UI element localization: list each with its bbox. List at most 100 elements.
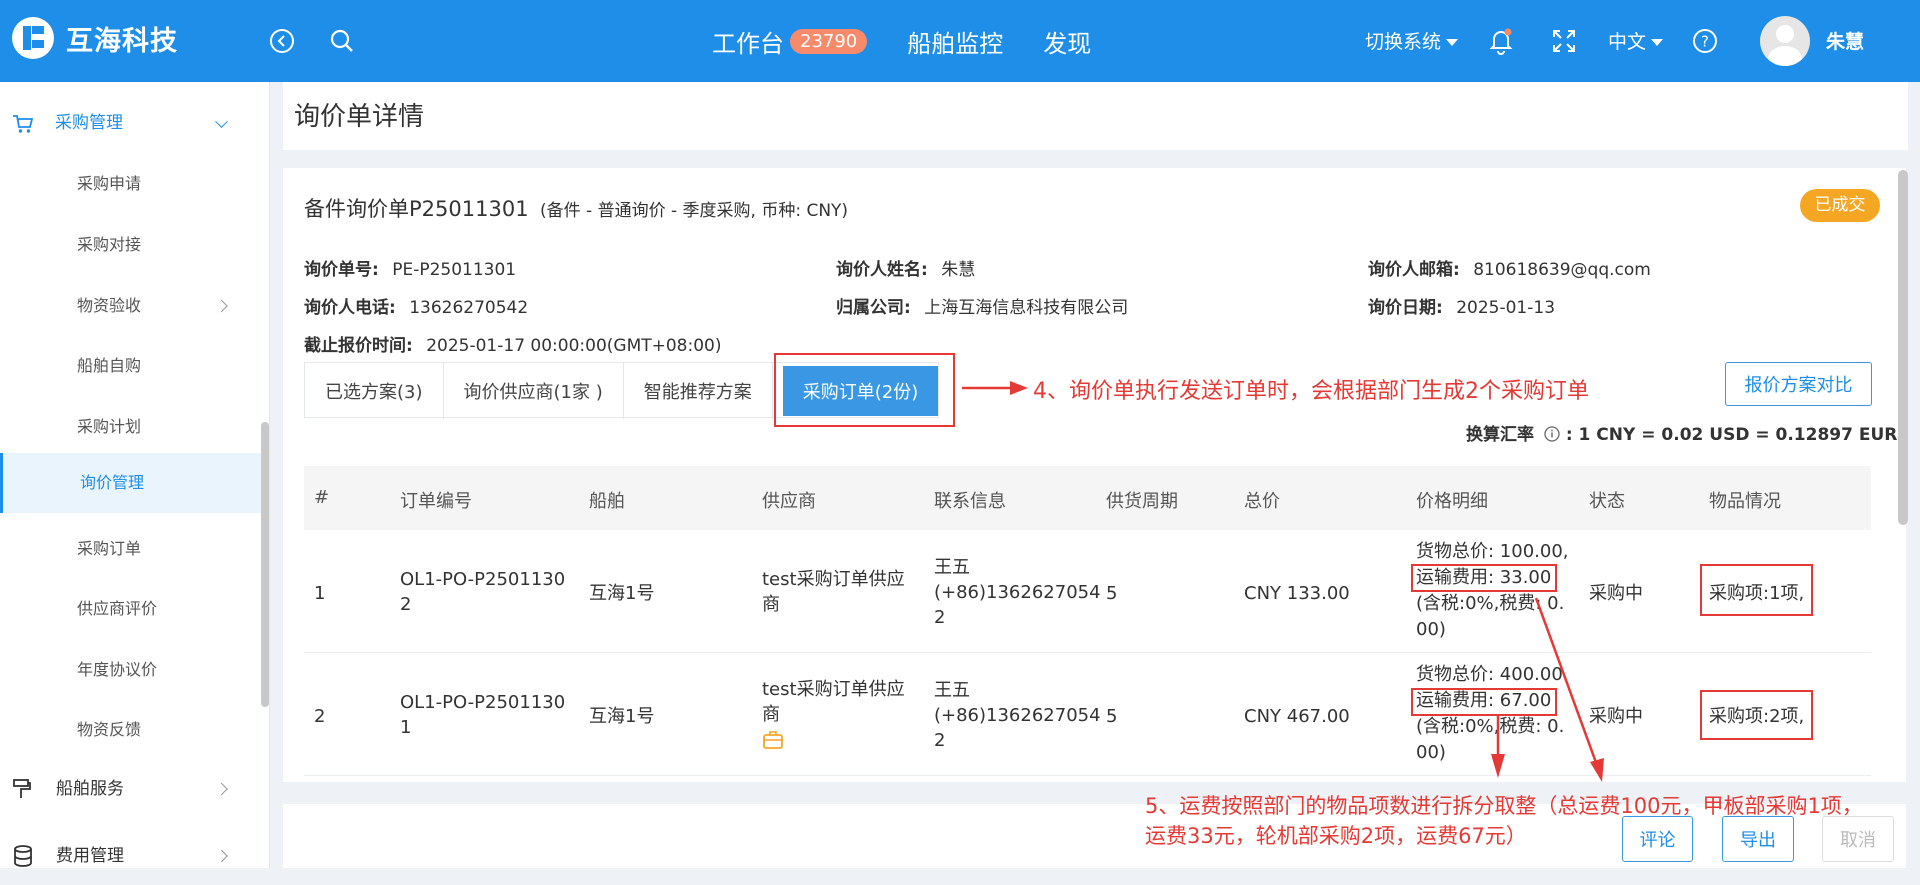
highlight-items-row2 xyxy=(1700,690,1813,740)
row-order-no[interactable]: OL1-PO-P2501130 2 xyxy=(400,567,565,617)
col-total: 总价 xyxy=(1244,491,1280,512)
main-scrollbar[interactable] xyxy=(1898,170,1908,525)
info-label: 询价日期: xyxy=(1368,298,1443,318)
annotation-note-2-line2: 运费33元，轮机部采购2项，运费67元） xyxy=(1145,824,1527,848)
sidebar-item-ship-self-purchase[interactable]: 船舶自购 xyxy=(0,337,262,395)
language-dropdown[interactable]: 中文 xyxy=(1608,27,1664,54)
sidebar-item-supplier-evaluation[interactable]: 供应商评价 xyxy=(0,580,262,638)
info-label: 归属公司: xyxy=(836,298,911,318)
brand-name: 互海科技 xyxy=(66,25,178,57)
back-circle-icon[interactable] xyxy=(265,24,299,58)
col-supply-cycle: 供货周期 xyxy=(1106,491,1178,512)
bell-icon[interactable] xyxy=(1484,24,1518,58)
table-row[interactable]: 1 OL1-PO-P2501130 2 互海1号 test采购订单供应 商 王五… xyxy=(304,531,1871,653)
brand-logo[interactable]: 互海科技 xyxy=(12,17,178,59)
tab-selected-plans[interactable]: 已选方案(3) xyxy=(305,363,444,419)
paint-roller-icon xyxy=(13,779,31,798)
info-label: 询价人邮箱: xyxy=(1368,260,1460,280)
sidebar-item-purchase-order[interactable]: 采购订单 xyxy=(0,520,262,578)
row-index: 2 xyxy=(314,706,326,727)
info-inquirer-name: 询价人姓名: 朱慧 xyxy=(836,255,975,280)
briefcase-icon[interactable] xyxy=(762,730,784,750)
status-badge: 已成交 xyxy=(1800,189,1880,222)
tab-highlight-box xyxy=(774,353,955,427)
switch-system-label: 切换系统 xyxy=(1365,31,1442,53)
user-avatar[interactable] xyxy=(1760,16,1810,66)
col-contact: 联系信息 xyxy=(934,491,1006,512)
sidebar: 采购管理 采购申请 采购对接 物资验收 船舶自购 采购计划 询价管理 采购订单 … xyxy=(0,82,270,868)
row-index: 1 xyxy=(314,583,326,604)
order-no-line: OL1-PO-P2501130 xyxy=(400,692,566,713)
col-index: # xyxy=(314,487,330,508)
nav-discover[interactable]: 发现 xyxy=(1043,24,1091,59)
export-button[interactable]: 导出 xyxy=(1722,816,1794,862)
contact-line: 王五 xyxy=(934,680,970,701)
sidebar-item-material-acceptance[interactable]: 物资验收 xyxy=(0,277,262,335)
supplier-line: test采购订单供应 xyxy=(762,679,905,700)
tab-smart-recommend[interactable]: 智能推荐方案 xyxy=(624,363,773,419)
chevron-right-icon xyxy=(215,782,228,796)
contact-line: (+86)1362627054 xyxy=(934,705,1101,726)
doc-title: 备件询价单P25011301 xyxy=(304,197,529,221)
annotation-arrow-right xyxy=(962,381,1028,395)
help-icon[interactable]: ? xyxy=(1688,24,1722,58)
sidebar-group-cost-management[interactable]: 费用管理 xyxy=(0,827,262,885)
highlight-freight-row1 xyxy=(1411,564,1557,592)
info-value: 2025-01-17 00:00:00(GMT+08:00) xyxy=(426,336,722,356)
sidebar-group-ship-service[interactable]: 船舶服务 xyxy=(0,760,262,818)
rate-value: : 1 CNY = 0.02 USD = 0.12897 EUR xyxy=(1565,425,1898,445)
fullscreen-icon[interactable] xyxy=(1547,24,1581,58)
info-order-no: 询价单号: PE-P25011301 xyxy=(304,255,516,280)
row-supplier: test采购订单供应 商 xyxy=(762,677,905,757)
contact-line: 2 xyxy=(934,607,946,628)
sidebar-group-purchase[interactable]: 采购管理 xyxy=(0,98,262,148)
sidebar-scrollbar[interactable] xyxy=(261,422,269,707)
row-order-no[interactable]: OL1-PO-P2501130 1 xyxy=(400,690,565,740)
chevron-right-icon xyxy=(215,849,228,863)
sidebar-item-material-feedback[interactable]: 物资反馈 xyxy=(0,701,262,759)
sidebar-item-purchase-request[interactable]: 采购申请 xyxy=(0,155,262,213)
sidebar-group-ship-service-label: 船舶服务 xyxy=(56,779,124,799)
info-value: 朱慧 xyxy=(941,260,976,280)
sidebar-group-purchase-label: 采购管理 xyxy=(55,113,123,133)
contact-line: 王五 xyxy=(934,557,970,578)
order-no-line: OL1-PO-P2501130 xyxy=(400,569,566,590)
col-items: 物品情况 xyxy=(1709,491,1781,512)
nav-ship-monitor[interactable]: 船舶监控 xyxy=(907,24,1003,59)
orders-table-header: # 订单编号 船舶 供应商 联系信息 供货周期 总价 价格明细 状态 物品情况 xyxy=(304,466,1871,530)
comment-button[interactable]: 评论 xyxy=(1622,816,1693,862)
search-icon[interactable] xyxy=(325,24,359,58)
row-supply-cycle: 5 xyxy=(1106,583,1118,604)
row-contact: 王五 (+86)1362627054 2 xyxy=(934,555,1101,630)
nav-workbench[interactable]: 工作台 23790 xyxy=(712,24,868,59)
switch-system-dropdown[interactable]: 切换系统 xyxy=(1365,27,1459,54)
sidebar-item-annual-agreement-price[interactable]: 年度协议价 xyxy=(0,641,262,699)
info-value: 上海互海信息科技有限公司 xyxy=(924,298,1129,318)
language-label: 中文 xyxy=(1608,31,1647,53)
order-no-line: 1 xyxy=(400,717,412,738)
info-label: 询价人电话: xyxy=(304,298,396,318)
logo-icon xyxy=(12,17,54,59)
user-name[interactable]: 朱慧 xyxy=(1826,27,1864,54)
tab-inquiry-suppliers[interactable]: 询价供应商(1家 ) xyxy=(444,363,624,419)
caret-down-icon xyxy=(1446,38,1459,46)
col-status: 状态 xyxy=(1589,491,1625,512)
price-line: 货物总价: 100.00, xyxy=(1416,541,1569,562)
info-company: 归属公司: 上海互海信息科技有限公司 xyxy=(836,293,1128,318)
cancel-button[interactable]: 取消 xyxy=(1822,816,1894,862)
compare-plans-button[interactable]: 报价方案对比 xyxy=(1725,362,1872,406)
row-total: CNY 133.00 xyxy=(1244,583,1350,604)
sidebar-item-purchase-docking[interactable]: 采购对接 xyxy=(0,216,262,274)
sidebar-item-purchase-plan[interactable]: 采购计划 xyxy=(0,398,262,456)
row-supplier: test采购订单供应 商 xyxy=(762,567,905,617)
sidebar-item-label: 物资验收 xyxy=(77,296,142,315)
sidebar-item-inquiry-management[interactable]: 询价管理 xyxy=(0,453,262,513)
table-row[interactable]: 2 OL1-PO-P2501130 1 互海1号 test采购订单供应 商 王五… xyxy=(304,654,1871,776)
col-order-no: 订单编号 xyxy=(400,491,472,512)
info-circle-icon[interactable] xyxy=(1544,426,1560,442)
supplier-line: test采购订单供应 xyxy=(762,569,905,590)
database-icon xyxy=(14,845,32,867)
info-label: 询价人姓名: xyxy=(836,260,928,280)
caret-down-icon xyxy=(1651,38,1664,46)
info-value: PE-P25011301 xyxy=(392,260,517,280)
